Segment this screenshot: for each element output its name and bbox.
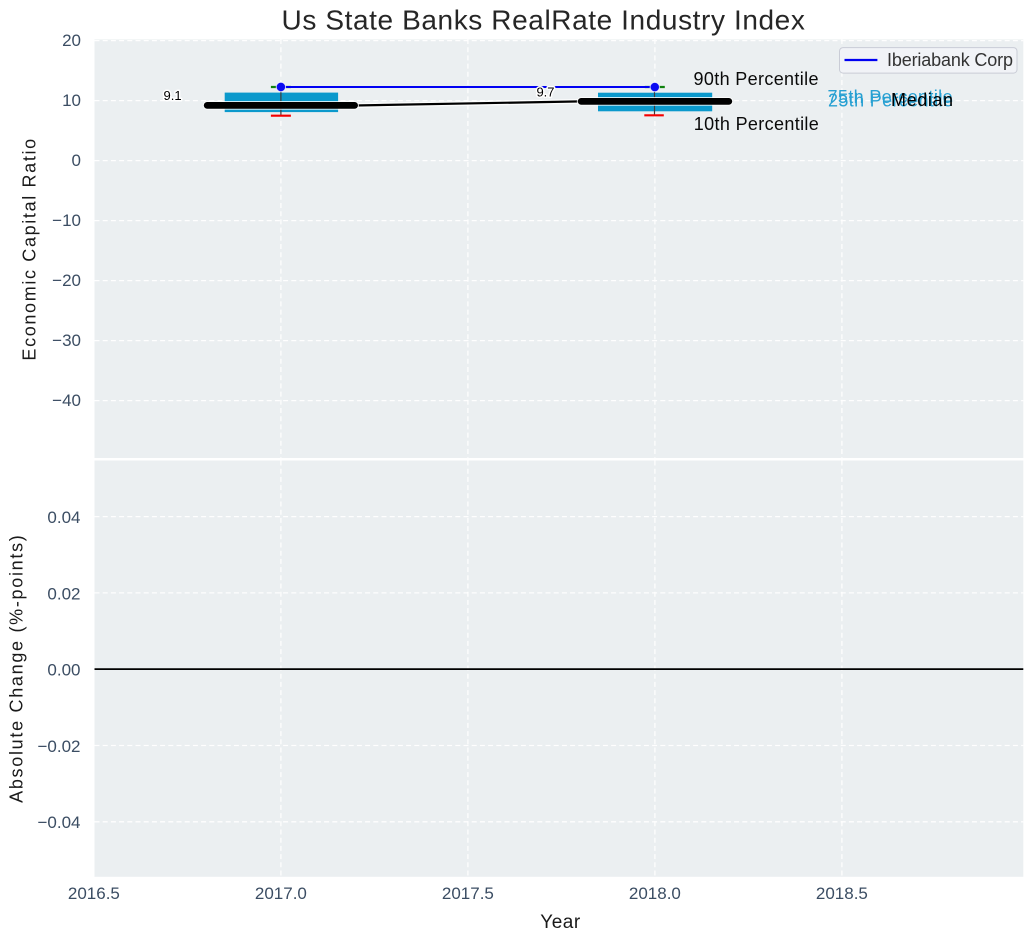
svg-text:Median: Median [891,90,954,110]
svg-text:10th Percentile: 10th Percentile [694,114,819,134]
svg-text:Us State Banks RealRate Indust: Us State Banks RealRate Industry Index [282,5,806,36]
svg-text:20: 20 [62,31,81,50]
svg-text:2018.5: 2018.5 [816,884,868,903]
svg-text:2016.5: 2016.5 [68,884,120,903]
svg-text:−40: −40 [52,391,81,410]
svg-text:−10: −10 [52,211,81,230]
svg-text:Economic Capital Ratio: Economic Capital Ratio [20,137,40,360]
svg-text:0.04: 0.04 [47,508,80,527]
svg-text:2017.5: 2017.5 [442,884,494,903]
svg-text:9.1: 9.1 [164,88,182,103]
svg-text:2018.0: 2018.0 [629,884,681,903]
svg-text:−20: −20 [52,271,81,290]
svg-text:0.00: 0.00 [47,661,80,680]
svg-text:10: 10 [62,91,81,110]
svg-text:−30: −30 [52,331,81,350]
svg-text:90th Percentile: 90th Percentile [694,69,819,89]
svg-text:−0.02: −0.02 [37,737,80,756]
svg-text:0.02: 0.02 [47,584,80,603]
svg-text:−0.04: −0.04 [37,813,80,832]
svg-text:Absolute Change (%-points): Absolute Change (%-points) [7,534,27,803]
svg-text:0: 0 [72,151,81,170]
svg-text:Iberiabank Corp: Iberiabank Corp [887,50,1013,70]
svg-text:2017.0: 2017.0 [255,884,307,903]
svg-text:Year: Year [540,912,581,933]
svg-text:9.7: 9.7 [536,85,554,100]
